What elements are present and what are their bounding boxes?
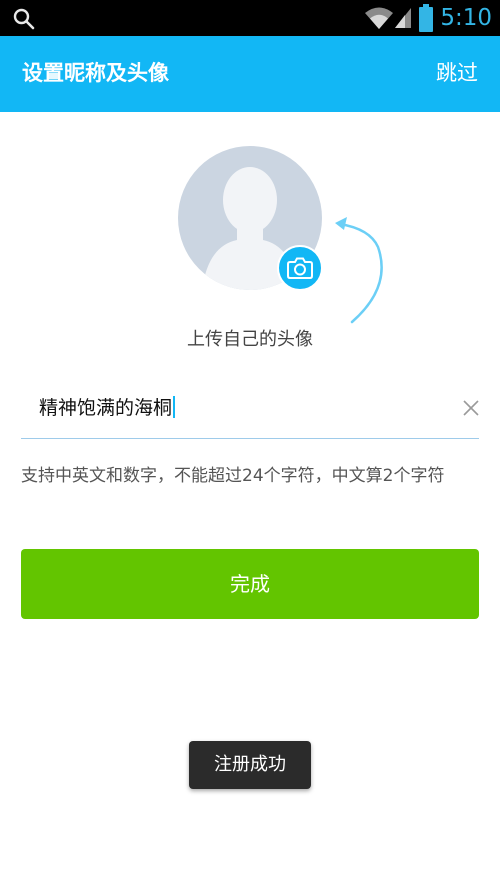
done-button[interactable]: 完成 [21, 549, 479, 619]
signal-icon [395, 8, 411, 28]
nickname-text: 精神饱满的海桐 [39, 397, 173, 419]
camera-icon [287, 257, 313, 279]
clear-icon[interactable] [461, 398, 481, 418]
nickname-hint: 支持中英文和数字，不能超过24个字符，中文算2个字符 [21, 466, 445, 486]
text-cursor [173, 396, 175, 418]
search-icon [13, 8, 35, 30]
toast-message: 注册成功 [189, 741, 311, 789]
camera-button[interactable] [277, 245, 323, 291]
arrow-hint-icon [335, 217, 383, 324]
status-time: 5:10 [440, 5, 492, 31]
page-title: 设置昵称及头像 [22, 61, 169, 85]
status-bar: 5:10 [0, 0, 500, 36]
nickname-input[interactable]: 精神饱满的海桐 [21, 380, 479, 439]
app-bar: 设置昵称及头像 跳过 [0, 36, 500, 112]
upload-avatar-label: 上传自己的头像 [187, 329, 313, 350]
wifi-icon [365, 7, 393, 29]
nickname-value[interactable]: 精神饱满的海桐 [39, 394, 175, 422]
battery-icon [419, 4, 433, 32]
skip-button[interactable]: 跳过 [436, 58, 478, 88]
